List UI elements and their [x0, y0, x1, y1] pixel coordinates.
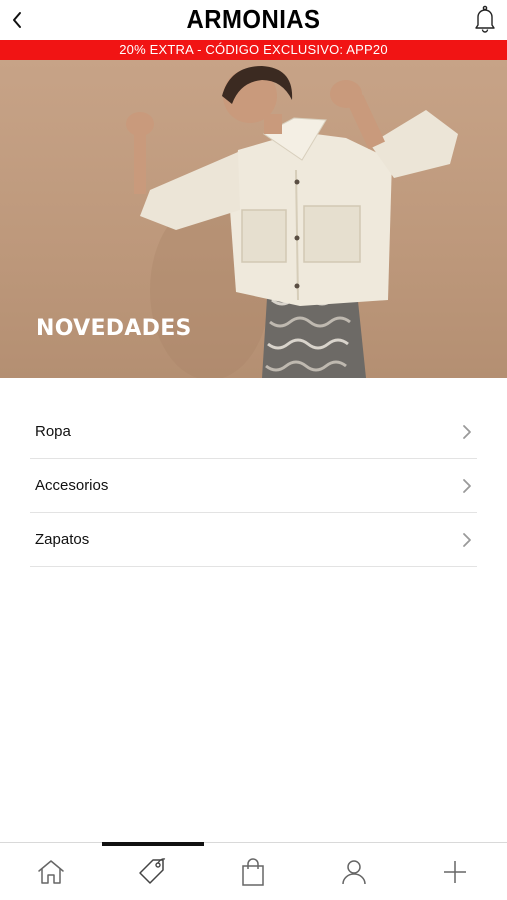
- app-screen: ARMONIAS 20% EXTRA - CÓDIGO EXCLUSIVO: A…: [0, 0, 507, 900]
- nav-home[interactable]: [0, 843, 101, 900]
- tag-icon: [138, 858, 165, 884]
- shopping-bag-icon: [241, 858, 264, 886]
- hero-banner-novedades[interactable]: NOVEDADES: [0, 60, 507, 378]
- top-header: ARMONIAS: [0, 0, 507, 40]
- category-item-zapatos[interactable]: Zapatos: [30, 513, 477, 567]
- notifications-button[interactable]: [471, 4, 499, 34]
- user-icon: [341, 860, 366, 885]
- category-item-accesorios[interactable]: Accesorios: [30, 459, 477, 513]
- hero-title: NOVEDADES: [36, 316, 192, 341]
- category-item-ropa[interactable]: Ropa: [30, 405, 477, 459]
- category-label: Zapatos: [35, 531, 90, 548]
- brand-logo[interactable]: ARMONIAS: [20, 4, 486, 35]
- nav-offers[interactable]: [101, 843, 202, 900]
- bottom-navigation: [0, 842, 507, 900]
- category-list: Ropa Accesorios Zapatos: [30, 405, 477, 567]
- chevron-right-icon: [463, 533, 471, 547]
- nav-cart[interactable]: [202, 843, 303, 900]
- promo-banner[interactable]: 20% EXTRA - CÓDIGO EXCLUSIVO: APP20: [0, 40, 507, 60]
- plus-icon: [443, 861, 466, 883]
- home-icon: [37, 860, 64, 884]
- category-label: Accesorios: [35, 477, 109, 494]
- bell-icon: [475, 5, 495, 33]
- chevron-right-icon: [463, 479, 471, 493]
- chevron-right-icon: [463, 425, 471, 439]
- nav-more[interactable]: [404, 843, 505, 900]
- category-label: Ropa: [35, 423, 71, 440]
- nav-account[interactable]: [303, 843, 404, 900]
